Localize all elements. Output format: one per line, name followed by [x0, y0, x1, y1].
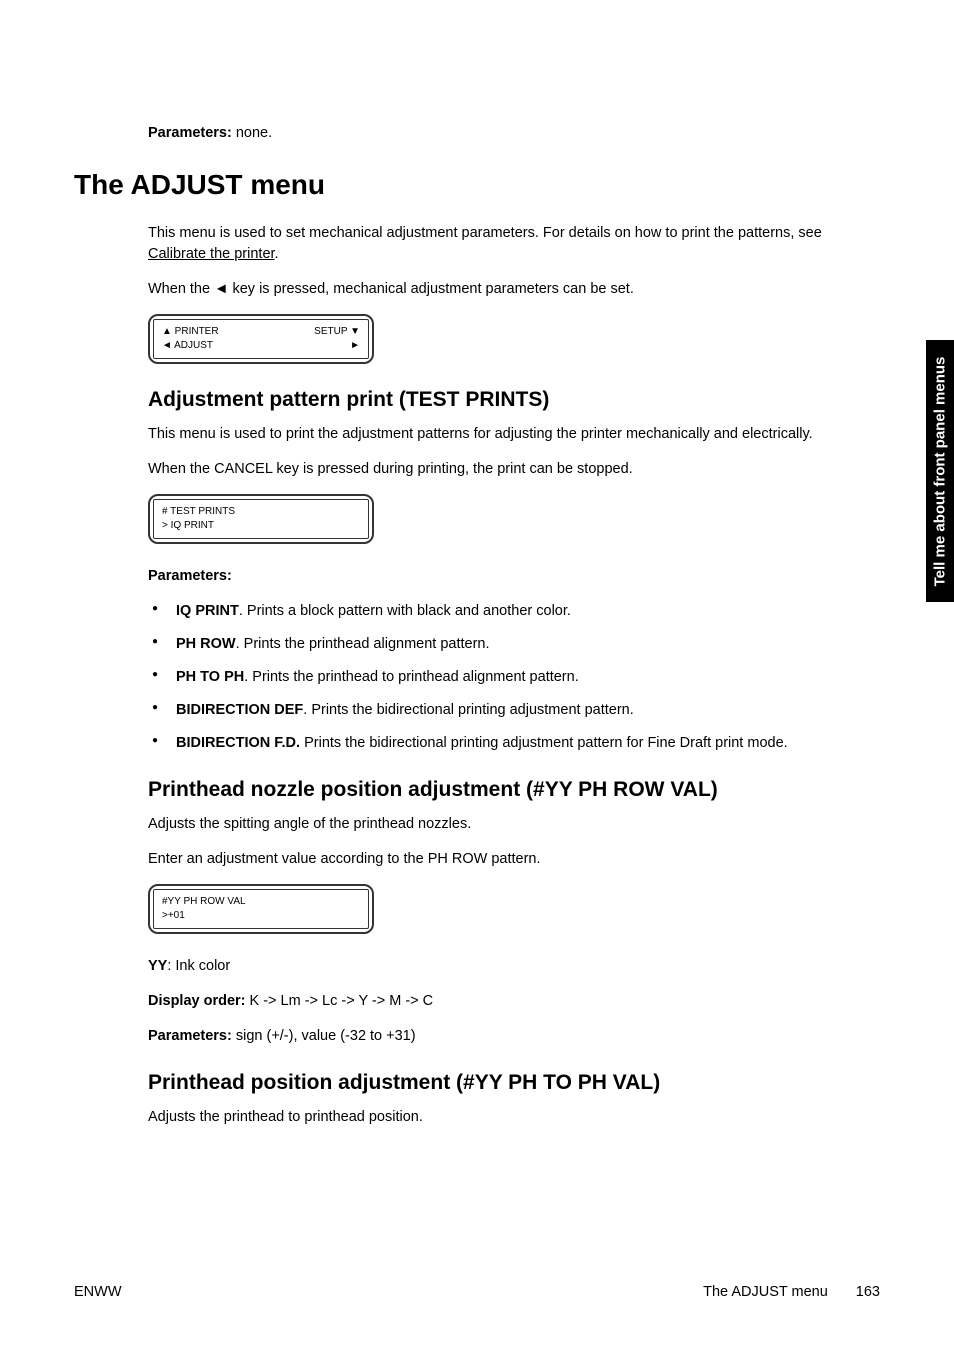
footer-left: ENWW — [74, 1284, 122, 1300]
main-heading: The ADJUST menu — [74, 169, 880, 201]
display-order-label: Display order: — [148, 993, 246, 1009]
sidebar-tab: Tell me about front panel menus — [926, 340, 954, 602]
lcd-text-row2: > IQ PRINT — [162, 519, 214, 533]
parameters-label: Parameters: — [148, 1028, 232, 1044]
lcd-row-1: ▲ PRINTER SETUP ▼ — [162, 325, 360, 339]
left-arrow-key-icon: ◄ — [214, 281, 228, 297]
heading-ph-row-val: Printhead nozzle position adjustment (#Y… — [148, 778, 880, 802]
lcd-row-1: #YY PH ROW VAL — [162, 895, 360, 909]
yy-desc: : Ink color — [167, 958, 230, 974]
heading-test-prints: Adjustment pattern print (TEST PRINTS) — [148, 388, 880, 412]
lcd-row-2: >+01 — [162, 909, 360, 923]
lcd-inner: #YY PH ROW VAL >+01 — [153, 889, 369, 929]
param-name: PH TO PH — [176, 669, 244, 685]
section1-parameters-label: Parameters: — [148, 566, 880, 587]
section2-p2: Enter an adjustment value according to t… — [148, 849, 880, 870]
section2-parameters-line: Parameters: sign (+/-), value (-32 to +3… — [148, 1026, 880, 1047]
intro-text-1b: . — [275, 246, 279, 262]
lcd-row-2: ◄ ADJUST ► — [162, 339, 360, 353]
section3-p1: Adjusts the printhead to printhead posit… — [148, 1107, 880, 1128]
yy-label: YY — [148, 958, 167, 974]
lcd-display-test-prints: # TEST PRINTS > IQ PRINT — [148, 494, 374, 544]
section1-p2: When the CANCEL key is pressed during pr… — [148, 459, 880, 480]
list-item: PH TO PH. Prints the printhead to printh… — [148, 667, 880, 688]
intro-text-2a: When the — [148, 281, 214, 297]
lcd-text-row1: #YY PH ROW VAL — [162, 895, 246, 909]
intro-paragraph-2: When the ◄ key is pressed, mechanical ad… — [148, 279, 880, 300]
display-order-value: K -> Lm -> Lc -> Y -> M -> C — [246, 993, 434, 1009]
param-desc: . Prints the bidirectional printing adju… — [303, 702, 633, 718]
list-item: IQ PRINT. Prints a block pattern with bl… — [148, 601, 880, 622]
lcd-row-1: # TEST PRINTS — [162, 505, 360, 519]
lcd-inner: ▲ PRINTER SETUP ▼ ◄ ADJUST ► — [153, 319, 369, 359]
intro-text-1a: This menu is used to set mechanical adju… — [148, 225, 822, 241]
param-name: PH ROW — [176, 636, 236, 652]
page-footer: ENWW The ADJUST menu 163 — [74, 1284, 880, 1300]
heading-ph-to-ph-val: Printhead position adjustment (#YY PH TO… — [148, 1071, 880, 1095]
param-desc: Prints the bidirectional printing adjust… — [300, 735, 788, 751]
footer-right: The ADJUST menu 163 — [703, 1284, 880, 1300]
lcd-display-adjust: ▲ PRINTER SETUP ▼ ◄ ADJUST ► — [148, 314, 374, 364]
lcd-row2-right: ► — [350, 339, 360, 353]
lcd-display-ph-row-val: #YY PH ROW VAL >+01 — [148, 884, 374, 934]
list-item: BIDIRECTION DEF. Prints the bidirectiona… — [148, 700, 880, 721]
lcd-inner: # TEST PRINTS > IQ PRINT — [153, 499, 369, 539]
parameters-list: IQ PRINT. Prints a block pattern with bl… — [148, 601, 880, 754]
section1-p1: This menu is used to print the adjustmen… — [148, 424, 880, 445]
page-container: Parameters: none. The ADJUST menu This m… — [0, 0, 954, 1352]
lcd-text-row1: # TEST PRINTS — [162, 505, 235, 519]
lcd-text-row2: >+01 — [162, 909, 185, 923]
yy-line: YY: Ink color — [148, 956, 880, 977]
intro-paragraph-1: This menu is used to set mechanical adju… — [148, 223, 880, 265]
parameters-value: sign (+/-), value (-32 to +31) — [232, 1028, 416, 1044]
param-name: BIDIRECTION DEF — [176, 702, 303, 718]
section2-p1: Adjusts the spitting angle of the printh… — [148, 814, 880, 835]
intro-text-2b: key is pressed, mechanical adjustment pa… — [228, 281, 633, 297]
param-name: IQ PRINT — [176, 603, 239, 619]
parameters-label: Parameters: — [148, 568, 232, 584]
display-order-line: Display order: K -> Lm -> Lc -> Y -> M -… — [148, 991, 880, 1012]
param-desc: . Prints a block pattern with black and … — [239, 603, 571, 619]
footer-title: The ADJUST menu — [703, 1284, 828, 1300]
lcd-row1-right: SETUP ▼ — [314, 325, 360, 339]
calibrate-printer-link[interactable]: Calibrate the printer — [148, 246, 275, 262]
footer-page-number: 163 — [856, 1284, 880, 1300]
sidebar-tab-text: Tell me about front panel menus — [932, 356, 949, 586]
list-item: PH ROW. Prints the printhead alignment p… — [148, 634, 880, 655]
lcd-row-2: > IQ PRINT — [162, 519, 360, 533]
intro-parameters-value: none. — [232, 125, 272, 141]
lcd-row1-left: ▲ PRINTER — [162, 325, 219, 339]
param-name: BIDIRECTION F.D. — [176, 735, 300, 751]
intro-parameters-label: Parameters: — [148, 125, 232, 141]
param-desc: . Prints the printhead to printhead alig… — [244, 669, 579, 685]
lcd-row2-left: ◄ ADJUST — [162, 339, 213, 353]
param-desc: . Prints the printhead alignment pattern… — [236, 636, 490, 652]
intro-parameters-line: Parameters: none. — [148, 125, 880, 141]
main-content: This menu is used to set mechanical adju… — [148, 223, 880, 1128]
list-item: BIDIRECTION F.D. Prints the bidirectiona… — [148, 733, 880, 754]
